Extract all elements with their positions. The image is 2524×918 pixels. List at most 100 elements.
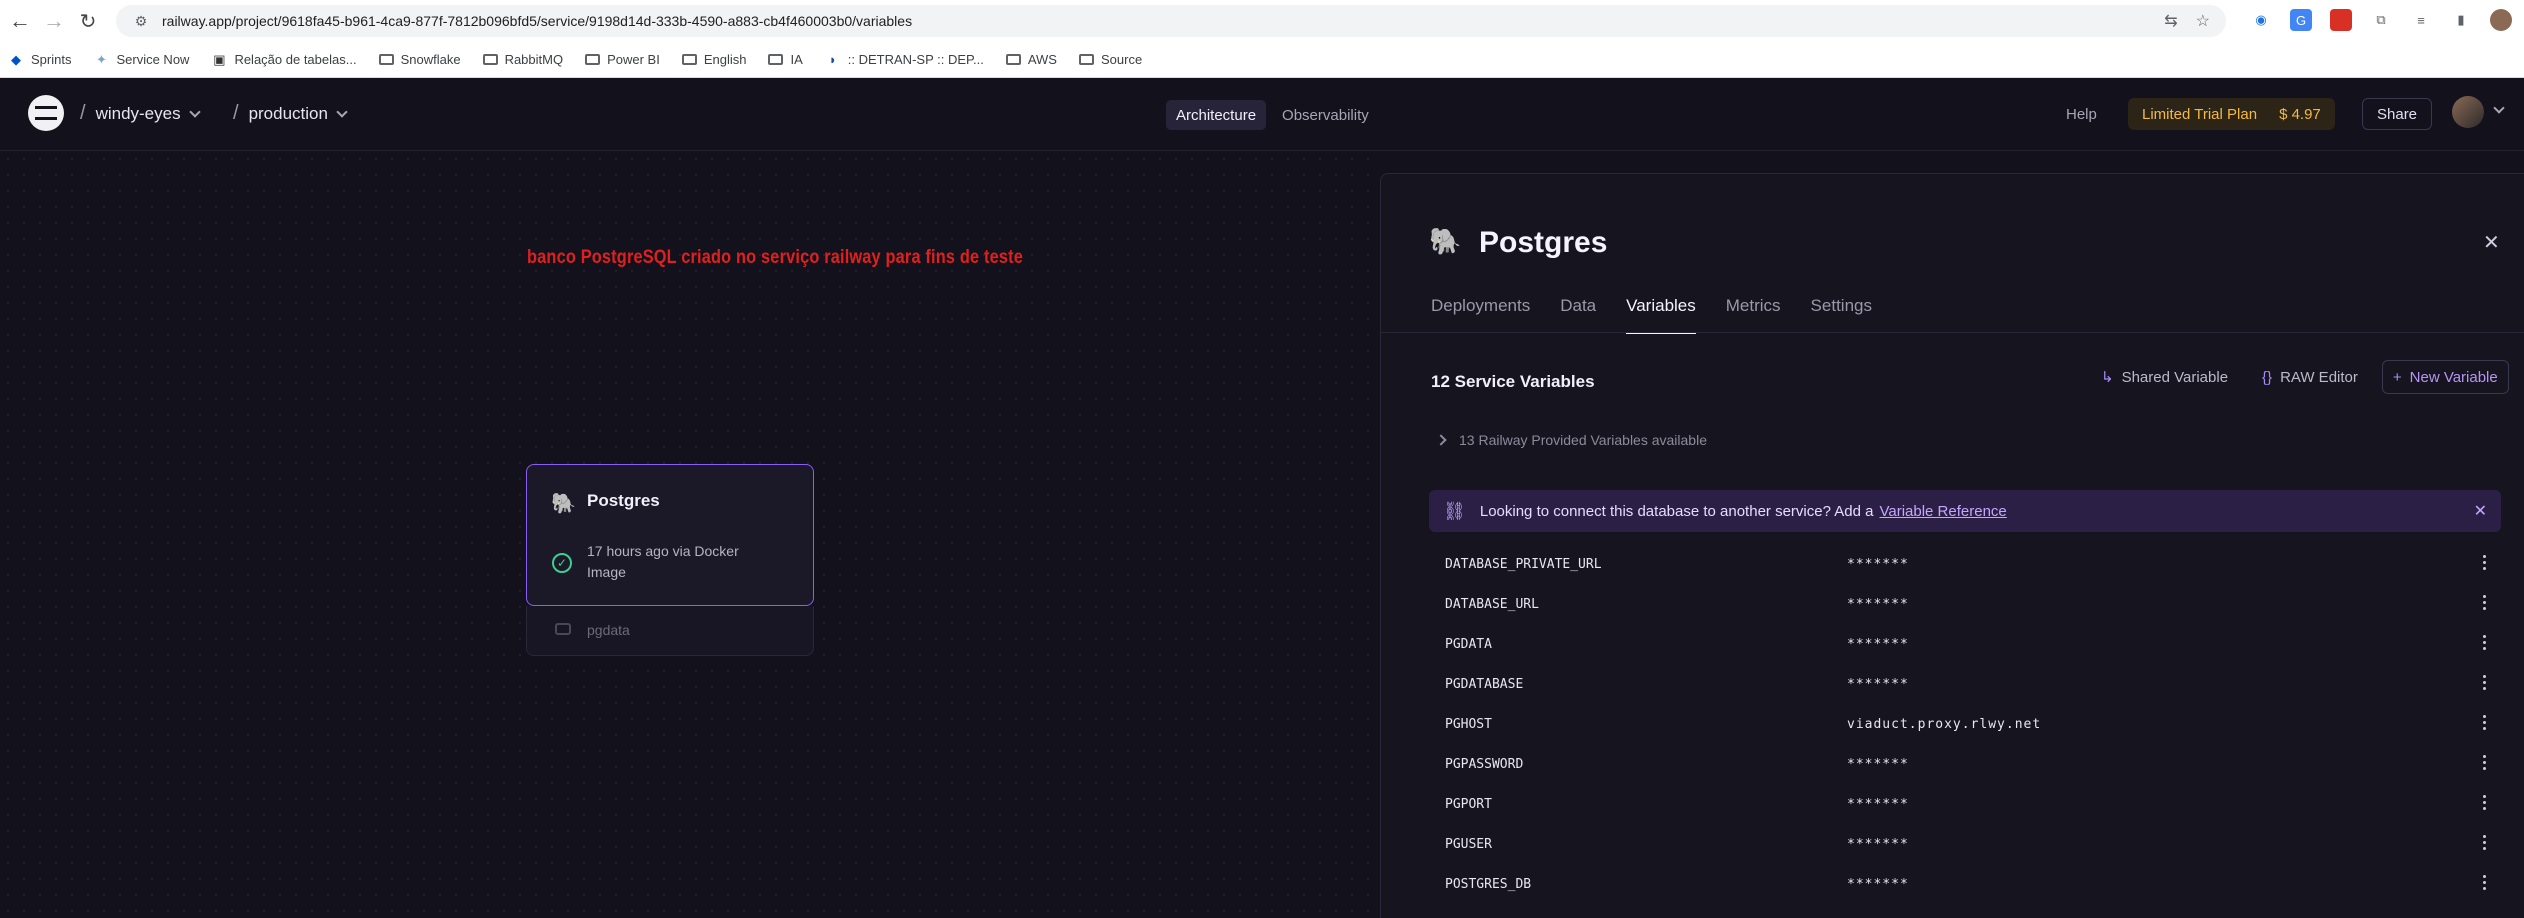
provided-variables-toggle[interactable]: 13 Railway Provided Variables available [1435,432,1707,448]
variable-key: PGPASSWORD [1445,756,1524,772]
banner-text: Looking to connect this database to anot… [1479,502,1874,520]
bookmarks-bar: ◆ Sprints ✦ Service Now ▣ Relação de tabela… [0,42,2524,78]
tab-metrics[interactable]: Metrics [1726,296,1781,334]
plus-icon: + [2392,368,2402,386]
tab-settings[interactable]: Settings [1811,296,1872,334]
variable-value[interactable]: ******* [1847,877,1909,892]
reference-arrow-icon: ↳ [2101,369,2114,386]
variable-value[interactable]: ******* [1847,637,1909,652]
braces-icon: {} [2262,368,2273,386]
table-row[interactable]: PGDATA ******* [1429,624,2501,664]
bookmark-service-now[interactable]: ✦ Service Now [93,52,189,68]
more-options-icon[interactable] [2483,635,2486,650]
more-options-icon[interactable] [2483,715,2486,730]
table-row[interactable]: POSTGRES_DB ******* [1429,864,2501,904]
tab-architecture[interactable]: Architecture [1166,100,1267,130]
bookmark-english[interactable]: English [681,52,746,67]
variable-key: PGUSER [1445,836,1492,852]
puzzle-extensions-icon[interactable]: ⧉ [2370,9,2392,31]
help-link[interactable]: Help [2066,106,2097,123]
trial-plan-badge[interactable]: Limited Trial Plan $ 4.97 [2128,98,2335,130]
more-options-icon[interactable] [2483,835,2486,850]
reading-list-icon[interactable]: ≡ [2410,9,2432,31]
breadcrumb-environment[interactable]: / production [233,102,348,125]
close-icon[interactable]: ✕ [2474,501,2487,521]
document-icon: ▣ [213,51,226,67]
variable-value[interactable]: ******* [1847,677,1909,692]
more-options-icon[interactable] [2483,675,2486,690]
breadcrumb-separator: / [233,102,239,124]
variable-value[interactable]: ******* [1847,557,1909,572]
more-options-icon[interactable] [2483,555,2486,570]
variable-reference-link[interactable]: Variable Reference [1879,503,2006,520]
service-card-postgres[interactable]: 🐘 Postgres ✓ 17 hours ago via Docker Ima… [526,464,814,606]
disk-icon [555,623,571,635]
avatar[interactable] [2452,96,2484,128]
service-name: Postgres [587,491,660,510]
red-extension-icon[interactable] [2330,9,2352,31]
bookmark-snowflake[interactable]: Snowflake [378,52,461,67]
variable-key: DATABASE_PRIVATE_URL [1445,556,1602,572]
variable-value[interactable]: ******* [1847,757,1909,772]
raw-editor-button[interactable]: {} RAW Editor [2252,360,2368,394]
table-row[interactable]: PGPORT ******* [1429,784,2501,824]
variable-reference-banner: ⛓ Looking to connect this database to an… [1429,490,2501,532]
shared-variable-button[interactable]: ↳ Shared Variable [2091,360,2238,394]
environment-name: production [248,103,328,123]
profile-avatar-icon[interactable] [2490,9,2512,31]
link-icon: ⛓ [1443,500,1466,521]
side-panel-icon[interactable]: ▮ [2450,9,2472,31]
bookmark-detran[interactable]: ◗:: DETRAN-SP :: DEP... [825,52,984,67]
table-row[interactable]: PGPASSWORD ******* [1429,744,2501,784]
table-row[interactable]: PGDATABASE ******* [1429,664,2501,704]
table-row[interactable]: DATABASE_PRIVATE_URL ******* [1429,544,2501,584]
reload-icon[interactable]: ↻ [74,7,102,35]
more-options-icon[interactable] [2483,755,2486,770]
railway-logo-icon[interactable] [28,95,64,131]
folder-icon [1078,54,1094,65]
more-options-icon[interactable] [2483,595,2486,610]
bookmark-source[interactable]: Source [1078,52,1142,67]
bookmark-tabelas[interactable]: ▣ Relação de tabelas... [211,51,356,68]
tab-data[interactable]: Data [1560,296,1596,334]
volume-pgdata[interactable]: pgdata [526,606,814,656]
back-icon[interactable]: ← [6,7,34,35]
tab-observability[interactable]: Observability [1272,100,1379,130]
tab-variables[interactable]: Variables [1626,296,1696,334]
site-info-icon[interactable]: ⚙ [130,10,152,32]
bookmark-aws[interactable]: AWS [1005,52,1057,67]
table-row[interactable]: PGUSER ******* [1429,824,2501,864]
variable-value[interactable]: ******* [1847,797,1909,812]
chevron-down-icon[interactable] [2493,102,2505,114]
bookmark-sprints[interactable]: ◆ Sprints [8,52,71,68]
chevron-right-icon [1435,434,1447,446]
project-name: windy-eyes [95,103,181,123]
tab-deployments[interactable]: Deployments [1431,296,1530,334]
folder-icon [681,54,697,65]
translate-extension-icon[interactable]: G [2290,9,2312,31]
breadcrumb-project[interactable]: / windy-eyes [80,102,201,125]
url-text[interactable]: railway.app/project/9618fa45-b961-4ca9-8… [162,13,912,29]
more-options-icon[interactable] [2483,875,2486,890]
variable-value[interactable]: ******* [1847,597,1909,612]
table-row[interactable]: PGHOST viaduct.proxy.rlwy.net [1429,704,2501,744]
variable-value[interactable]: ******* [1847,837,1909,852]
variable-value[interactable]: viaduct.proxy.rlwy.net [1847,717,2041,732]
bookmark-star-icon[interactable]: ☆ [2196,11,2210,31]
forward-icon[interactable]: → [40,7,68,35]
bookmark-ia[interactable]: IA [768,52,803,67]
more-options-icon[interactable] [2483,795,2486,810]
table-row[interactable]: DATABASE_URL ******* [1429,584,2501,624]
bookmark-powerbi[interactable]: Power BI [585,52,660,67]
bookmark-rabbitmq[interactable]: RabbitMQ [482,52,563,67]
share-button[interactable]: Share [2362,98,2433,130]
folder-icon [378,54,394,65]
new-variable-button[interactable]: + New Variable [2381,360,2509,394]
trial-label: Limited Trial Plan [2142,105,2258,123]
camera-extension-icon[interactable]: ◉ [2250,9,2272,31]
folder-icon [1005,54,1021,65]
close-icon[interactable]: ✕ [2483,230,2500,255]
translate-icon[interactable]: ⇆ [2164,11,2177,31]
architecture-canvas[interactable]: banco PostgreSQL criado no serviço railw… [0,151,1380,918]
address-bar[interactable]: ⚙ railway.app/project/9618fa45-b961-4ca9… [116,5,2226,37]
